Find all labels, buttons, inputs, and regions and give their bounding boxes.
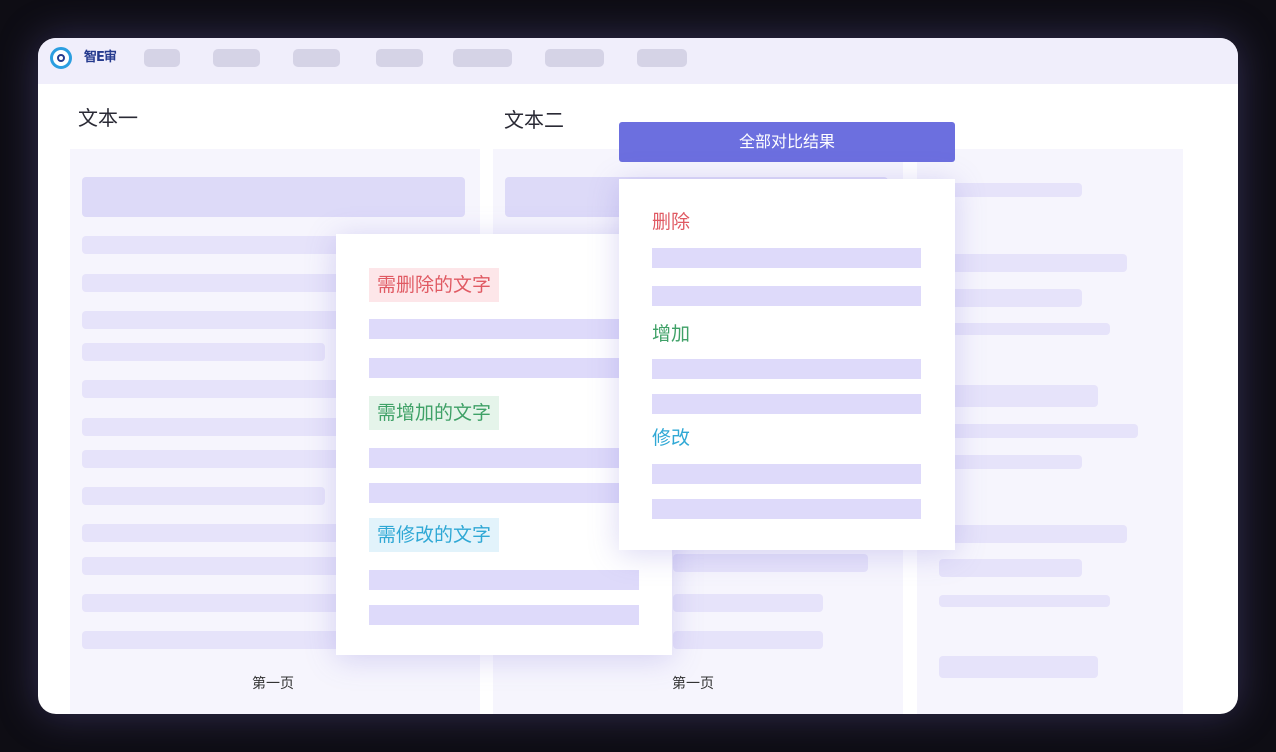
text3-line [939,183,1082,197]
text1-line [82,631,342,649]
overlay-line [369,448,639,468]
text3-line [939,525,1127,543]
nav-item-4[interactable] [376,49,423,67]
text2-page-label: 第一页 [672,676,714,692]
overlay-line [369,605,639,625]
text3-line [939,323,1110,335]
delete-result-label[interactable]: 删除 [652,210,690,234]
text1-line [82,343,325,361]
text3-line [939,254,1127,272]
comparison-results-card: 删除 增加 修改 [619,179,955,550]
text1-heading-placeholder [82,177,465,217]
text3-line [939,424,1138,438]
text3-line [939,656,1098,678]
result-line [652,464,921,484]
result-line [652,499,921,519]
logo-text: 智E审 [84,50,117,65]
text1-line [82,524,342,542]
text1-line [82,236,342,254]
nav-item-2[interactable] [213,49,260,67]
text2-line [673,631,823,649]
nav-item-3[interactable] [293,49,340,67]
nav-item-6[interactable] [545,49,604,67]
nav-item-1[interactable] [144,49,180,67]
nav-item-7[interactable] [637,49,687,67]
modify-text-tag[interactable]: 需修改的文字 [369,518,500,552]
text2-line [673,594,823,612]
text3-line [939,385,1098,407]
overlay-line [369,570,639,590]
text1-line [82,380,342,398]
text1-line [82,594,342,612]
app-window: 智E审 文本一 文本二 第一页 第一页 需删除的文字 需增加的文字 需修改的文字… [38,38,1238,714]
text1-line [82,557,342,575]
text2-title: 文本二 [504,108,564,132]
add-text-tag[interactable]: 需增加的文字 [369,396,500,430]
add-result-label[interactable]: 增加 [652,322,690,346]
text1-line [82,487,325,505]
text1-page-label: 第一页 [252,676,294,692]
result-line [652,286,921,306]
delete-text-tag[interactable]: 需删除的文字 [369,268,500,302]
nav-item-5[interactable] [453,49,512,67]
text3-line [939,289,1082,307]
text1-title: 文本一 [78,106,138,130]
text3-panel [917,149,1183,714]
overlay-line [369,358,639,378]
overlay-line [369,483,639,503]
text1-line [82,418,342,436]
top-nav-bar: 智E审 [38,38,1238,84]
text2-line [673,554,868,572]
modify-result-label[interactable]: 修改 [652,426,690,450]
overlay-line [369,319,639,339]
text3-line [939,559,1082,577]
logo-icon [50,47,72,69]
text1-line [82,450,342,468]
text3-line [939,595,1110,607]
text1-line [82,274,342,292]
text3-line [939,455,1082,469]
result-line [652,394,921,414]
result-line [652,248,921,268]
result-line [652,359,921,379]
all-comparison-results-button[interactable]: 全部对比结果 [619,122,955,162]
text1-line [82,311,342,329]
